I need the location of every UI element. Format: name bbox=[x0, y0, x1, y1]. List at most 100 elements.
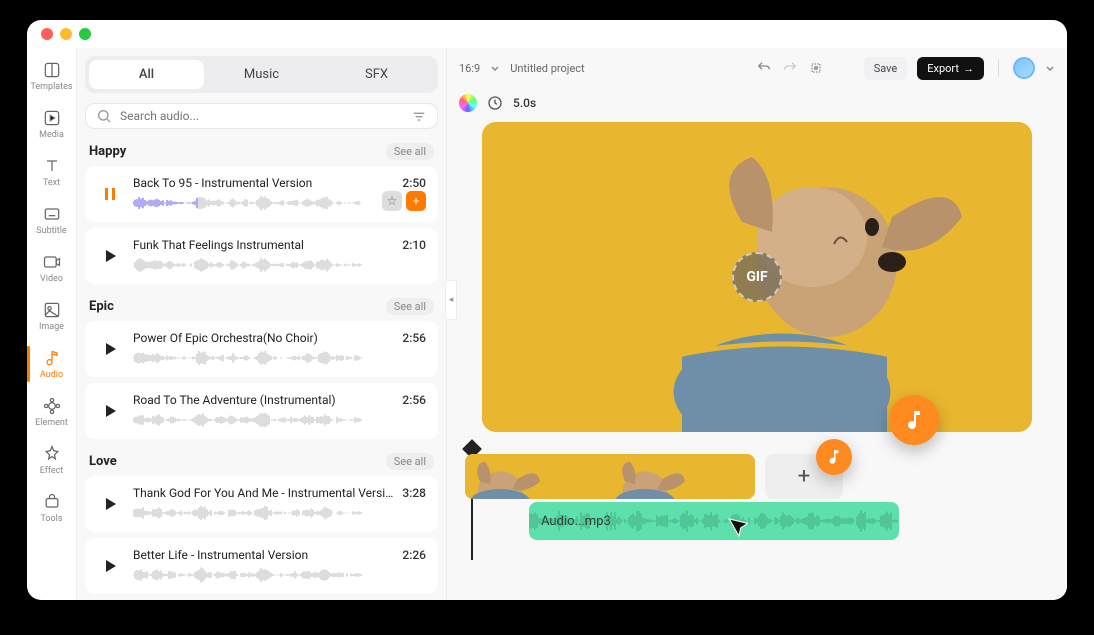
category-title: Epic bbox=[89, 299, 114, 314]
track-title: Back To 95 - Instrumental Version bbox=[133, 176, 312, 190]
audio-waveform bbox=[529, 502, 899, 540]
sidebar-item-label: Audio bbox=[40, 370, 63, 380]
favorite-icon[interactable]: ☆ bbox=[382, 191, 402, 211]
effect-icon bbox=[42, 444, 62, 464]
play-button[interactable] bbox=[97, 553, 123, 579]
track-waveform bbox=[133, 504, 426, 522]
audio-clip[interactable]: Audio...mp3 bbox=[529, 502, 899, 540]
add-track-button[interactable]: + bbox=[406, 191, 426, 211]
sidebar-item-label: Tools bbox=[40, 514, 62, 524]
track-waveform bbox=[133, 194, 374, 212]
collapse-panel-button[interactable]: ◂ bbox=[445, 280, 457, 320]
text-icon bbox=[42, 156, 62, 176]
sidebar-item-text[interactable]: Text bbox=[29, 150, 75, 194]
play-button[interactable] bbox=[97, 398, 123, 424]
window-titlebar bbox=[27, 20, 1067, 48]
track-waveform bbox=[133, 256, 426, 274]
track-duration: 2:26 bbox=[402, 548, 426, 562]
duration-label: 5.0s bbox=[513, 96, 536, 110]
close-dot[interactable] bbox=[41, 28, 53, 40]
see-all-link[interactable]: See all bbox=[386, 453, 434, 470]
category-title: Happy bbox=[89, 144, 126, 159]
color-picker[interactable] bbox=[459, 94, 477, 112]
sidebar-item-audio[interactable]: Audio bbox=[29, 342, 75, 386]
sidebar-item-label: Templates bbox=[30, 82, 72, 92]
audio-icon bbox=[42, 348, 62, 368]
video-icon bbox=[42, 252, 62, 272]
track-duration: 2:56 bbox=[402, 393, 426, 407]
category-title: Love bbox=[89, 454, 117, 469]
redo-icon[interactable] bbox=[782, 60, 798, 76]
audio-tabs: AllMusicSFX bbox=[85, 56, 438, 93]
sidebar-item-label: Image bbox=[39, 322, 64, 332]
audio-track[interactable]: Road To The Adventure (Instrumental) 2:56 bbox=[85, 383, 438, 439]
audio-track[interactable]: Back To 95 - Instrumental Version 2:50☆+ bbox=[85, 166, 438, 222]
sidebar-item-subtitle[interactable]: Subtitle bbox=[29, 198, 75, 242]
sidebar-item-label: Media bbox=[39, 130, 64, 140]
track-waveform bbox=[133, 411, 426, 429]
timeline[interactable]: + Audio...mp3 bbox=[447, 454, 1067, 509]
image-icon bbox=[42, 300, 62, 320]
sidebar-item-effect[interactable]: Effect bbox=[29, 438, 75, 482]
sidebar-item-label: Effect bbox=[40, 466, 64, 476]
track-duration: 2:10 bbox=[402, 238, 426, 252]
video-clip[interactable] bbox=[465, 454, 755, 499]
track-waveform bbox=[133, 566, 426, 584]
sidebar-item-templates[interactable]: Templates bbox=[29, 54, 75, 98]
audio-track[interactable]: Better Life - Instrumental Version 2:26 bbox=[85, 538, 438, 594]
audio-track[interactable]: Thank God For You And Me - Instrumental … bbox=[85, 476, 438, 532]
play-button[interactable] bbox=[97, 243, 123, 269]
music-float-icon bbox=[889, 395, 939, 445]
play-button[interactable] bbox=[97, 336, 123, 362]
maximize-dot[interactable] bbox=[79, 28, 91, 40]
track-duration: 3:28 bbox=[402, 486, 426, 500]
sidebar-item-media[interactable]: Media bbox=[29, 102, 75, 146]
tools-icon bbox=[42, 492, 62, 512]
audio-track[interactable]: Funk That Feelings Instrumental 2:10 bbox=[85, 228, 438, 284]
tab-sfx[interactable]: SFX bbox=[319, 60, 434, 89]
see-all-link[interactable]: See all bbox=[386, 298, 434, 315]
media-icon bbox=[42, 108, 62, 128]
crop-icon[interactable] bbox=[808, 60, 824, 76]
track-waveform bbox=[133, 349, 426, 367]
see-all-link[interactable]: See all bbox=[386, 143, 434, 160]
sidebar-item-label: Subtitle bbox=[36, 226, 66, 236]
pause-button[interactable] bbox=[97, 181, 123, 207]
chevron-down-icon[interactable] bbox=[1045, 63, 1055, 73]
search-input[interactable] bbox=[120, 109, 403, 123]
cursor-pointer-icon bbox=[724, 512, 755, 548]
subtitle-icon bbox=[42, 204, 62, 224]
aspect-ratio[interactable]: 16:9 bbox=[459, 62, 480, 75]
element-icon bbox=[42, 396, 62, 416]
chevron-down-icon bbox=[490, 63, 500, 73]
avatar[interactable] bbox=[1013, 57, 1035, 79]
track-title: Road To The Adventure (Instrumental) bbox=[133, 393, 336, 407]
sidebar-item-image[interactable]: Image bbox=[29, 294, 75, 338]
sidebar-item-label: Video bbox=[40, 274, 63, 284]
sidebar-item-element[interactable]: Element bbox=[29, 390, 75, 434]
templates-icon bbox=[42, 60, 62, 80]
music-float-icon bbox=[816, 439, 852, 475]
track-title: Power Of Epic Orchestra(No Choir) bbox=[133, 331, 318, 345]
track-title: Better Life - Instrumental Version bbox=[133, 548, 308, 562]
tab-all[interactable]: All bbox=[89, 60, 204, 89]
sidebar-item-label: Text bbox=[43, 178, 60, 188]
filter-icon[interactable] bbox=[411, 108, 427, 124]
search-bar[interactable] bbox=[85, 103, 438, 129]
tab-music[interactable]: Music bbox=[204, 60, 319, 89]
clock-icon bbox=[487, 95, 503, 111]
play-button[interactable] bbox=[97, 491, 123, 517]
sidebar-item-label: Element bbox=[35, 418, 68, 428]
minimize-dot[interactable] bbox=[60, 28, 72, 40]
undo-icon[interactable] bbox=[756, 60, 772, 76]
sidebar-item-tools[interactable]: Tools bbox=[29, 486, 75, 530]
sidebar-item-video[interactable]: Video bbox=[29, 246, 75, 290]
track-title: Funk That Feelings Instrumental bbox=[133, 238, 304, 252]
track-duration: 2:50 bbox=[402, 176, 426, 190]
export-button[interactable]: Export→ bbox=[917, 57, 984, 80]
preview-canvas[interactable]: GIF bbox=[482, 122, 1032, 432]
audio-track[interactable]: Power Of Epic Orchestra(No Choir)2:56 bbox=[85, 321, 438, 377]
project-title[interactable]: Untitled project bbox=[510, 62, 584, 75]
search-icon bbox=[96, 108, 112, 124]
save-button[interactable]: Save bbox=[864, 57, 908, 80]
